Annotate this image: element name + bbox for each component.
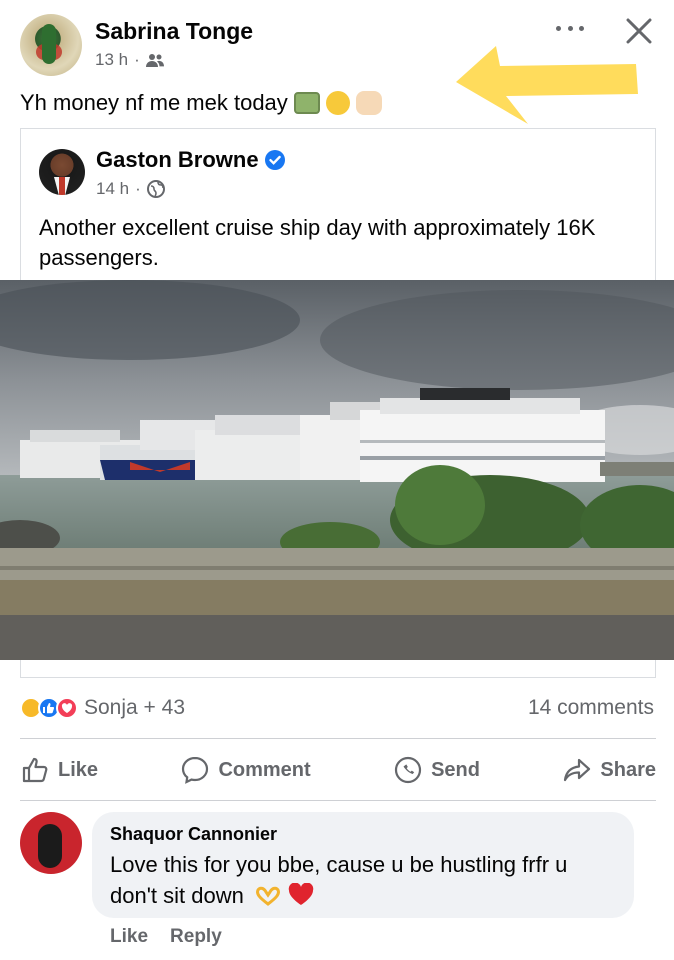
caption-text: Yh money nf me mek today [20, 90, 288, 115]
post-time[interactable]: 13 h [95, 50, 128, 70]
red-heart-emoji [288, 882, 314, 905]
shared-card-bottom [20, 660, 656, 678]
comment-actions: Like Reply [110, 926, 222, 948]
like-icon [22, 757, 48, 783]
post-meta: 13 h · [95, 50, 164, 70]
shared-post-text: Another excellent cruise ship day with a… [39, 215, 596, 270]
comment-text: Love this for you bbe, cause u be hustli… [110, 852, 568, 908]
like-button[interactable]: Like [20, 755, 98, 785]
friends-icon [145, 54, 164, 67]
author-avatar[interactable] [20, 14, 82, 76]
share-icon [564, 758, 591, 782]
post-caption: Yh money nf me mek today [20, 90, 382, 116]
shared-author-line: Gaston Browne [96, 147, 285, 173]
globe-icon [146, 180, 165, 198]
send-button[interactable]: Send [393, 755, 480, 785]
share-button[interactable]: Share [562, 755, 656, 785]
comment-icon [182, 756, 209, 784]
commenter-avatar[interactable] [20, 812, 82, 874]
raising-hands-emoji [355, 91, 382, 115]
reactions-summary[interactable]: Sonja + 43 [20, 696, 185, 720]
shared-post-time[interactable]: 14 h [96, 179, 129, 199]
author-name[interactable]: Sabrina Tonge [95, 18, 253, 45]
comment-like-button[interactable]: Like [110, 926, 148, 948]
shared-post-card[interactable]: Gaston Browne 14 h · Another excellent c… [20, 128, 656, 280]
money-bag-emoji [293, 92, 320, 114]
comment-reply-button[interactable]: Reply [170, 926, 222, 948]
comment-bubble[interactable]: Shaquor Cannonier Love this for you bbe,… [92, 812, 634, 918]
verified-badge-icon [264, 150, 285, 170]
shared-author-name[interactable]: Gaston Browne [96, 147, 259, 173]
messenger-icon [394, 756, 422, 784]
highlight-arrow [456, 46, 638, 124]
love-reaction-icon [56, 697, 78, 719]
commenter-name[interactable]: Shaquor Cannonier [110, 824, 616, 845]
cruise-ships-photo[interactable] [0, 280, 674, 660]
heart-hands-emoji [255, 886, 280, 906]
comment-text-block: Love this for you bbe, cause u be hustli… [110, 849, 616, 911]
comment-button[interactable]: Comment [180, 755, 311, 785]
comments-count[interactable]: 14 comments [528, 696, 654, 720]
reactions-count-text: Sonja + 43 [84, 696, 186, 719]
more-options-icon[interactable] [556, 18, 584, 38]
shared-post-meta: 14 h · [96, 179, 165, 199]
dizzy-face-emoji [325, 91, 350, 115]
divider-bottom [20, 800, 656, 801]
post-actions: Like Comment Send Share [20, 748, 656, 792]
shared-author-avatar[interactable] [39, 149, 85, 195]
divider-top [20, 738, 656, 739]
